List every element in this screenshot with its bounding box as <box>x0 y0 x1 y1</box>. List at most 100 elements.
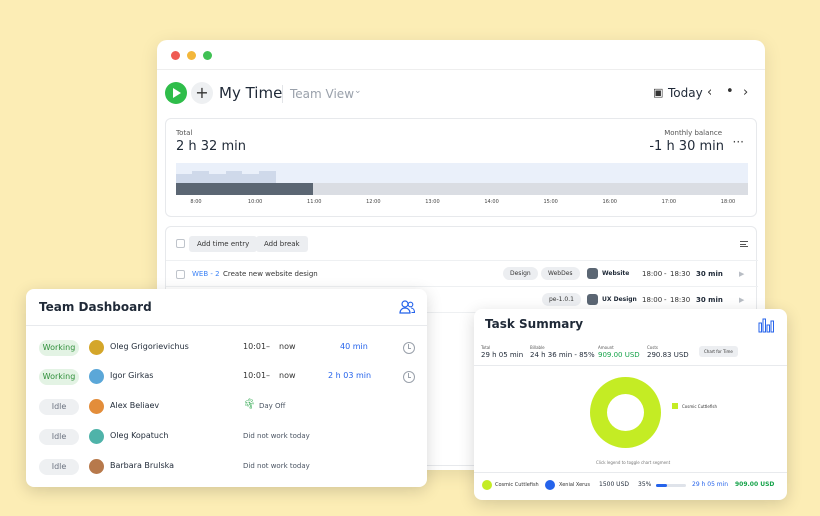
stat-costs-label: Costs <box>647 345 658 350</box>
timeline-tick-label: 13:00 <box>425 199 440 205</box>
maximize-window-button[interactable] <box>203 51 212 60</box>
member-duration: 40 min <box>340 342 368 351</box>
entry-project-code[interactable]: WEB - 2 <box>192 270 220 278</box>
member-name[interactable]: Barbara Brulska <box>110 461 174 470</box>
add-entry-button[interactable]: + <box>191 82 213 104</box>
entry-tag[interactable]: Design <box>503 267 538 280</box>
member-name[interactable]: Oleg Grigorievichus <box>110 342 189 351</box>
clock-icon[interactable] <box>403 342 415 354</box>
timeline-tick-label: 10:00 <box>247 199 263 205</box>
total-label: Total <box>176 129 193 137</box>
stat-total-label: Total <box>481 345 491 350</box>
donut-chart[interactable] <box>590 377 661 448</box>
legend-label[interactable]: Cosmic Cuttlefish <box>682 404 717 409</box>
entry-tag[interactable]: WebDes <box>541 267 580 280</box>
project-folder-icon <box>587 268 598 279</box>
status-badge: Idle <box>39 399 79 415</box>
member-name[interactable]: Igor Girkas <box>110 371 153 380</box>
palm-tree-icon: 🌴︎ <box>243 399 256 410</box>
add-break-button[interactable]: Add break <box>256 236 308 252</box>
avatar <box>89 340 104 355</box>
date-selector[interactable]: Today <box>668 86 703 100</box>
team-member-row[interactable]: Working Oleg Grigorievichus 10:01 – now … <box>26 333 427 363</box>
entry-duration: 30 min <box>696 296 723 304</box>
footer-time: 29 h 05 min <box>692 481 729 488</box>
avatar <box>89 459 104 474</box>
entry-description[interactable]: Create new website design <box>223 270 318 278</box>
member-time-dash: – <box>266 371 270 380</box>
clock-icon[interactable] <box>403 371 415 383</box>
minimize-window-button[interactable] <box>187 51 196 60</box>
entry-checkbox[interactable] <box>176 270 185 279</box>
previous-day-button[interactable]: ‹ <box>707 85 712 100</box>
timeline-tick-label: 18:00 <box>720 199 736 205</box>
add-time-entry-button[interactable]: Add time entry <box>189 236 258 252</box>
team-member-row[interactable]: Working Igor Girkas 10:01 – now 2 h 03 m… <box>26 362 427 392</box>
total-value: 2 h 32 min <box>176 139 246 154</box>
member-start-time: 10:01 <box>243 371 267 380</box>
footer-project-name[interactable]: Cosmic Cuttlefish <box>495 482 539 488</box>
avatar <box>89 429 104 444</box>
member-name[interactable]: Alex Beliaev <box>110 401 159 410</box>
activity-bar <box>259 171 276 183</box>
entry-end-time[interactable]: 18:30 <box>670 270 690 278</box>
timeline-tick-label: 14:00 <box>484 199 499 205</box>
monthly-balance-label: Monthly balance <box>664 129 722 137</box>
close-window-button[interactable] <box>171 51 180 60</box>
footer-task-name[interactable]: Xenial Xerus <box>559 482 590 488</box>
entry-tag[interactable]: pe-1.0.1 <box>542 293 581 306</box>
entry-end-time[interactable]: 18:30 <box>670 296 690 304</box>
footer-progress-fill <box>656 484 667 487</box>
team-dashboard-divider <box>26 325 427 326</box>
activity-bar <box>209 174 226 183</box>
footer-rate: 1500 USD <box>599 481 629 488</box>
task-summary-footer-divider <box>474 472 787 473</box>
more-options-button[interactable]: ··· <box>733 135 744 149</box>
status-badge: Idle <box>39 429 79 445</box>
task-summary-card: Task Summary Total 29 h 05 min Billable … <box>474 309 787 500</box>
bar-chart-icon[interactable] <box>758 316 774 333</box>
current-day-button[interactable]: • <box>726 84 734 99</box>
stat-costs-value: 290.83 USD <box>647 351 689 359</box>
legend-swatch[interactable] <box>672 403 678 409</box>
avatar <box>89 369 104 384</box>
team-member-row[interactable]: Idle Alex Beliaev 🌴︎ Day Off <box>26 392 427 422</box>
team-members-icon[interactable] <box>399 299 415 315</box>
timeline-tick-label: 8:00 <box>190 199 202 205</box>
entry-project-name[interactable]: Website <box>602 270 629 277</box>
activity-bar <box>192 171 209 183</box>
status-badge: Idle <box>39 459 79 475</box>
member-name[interactable]: Oleg Kopatuch <box>110 431 168 440</box>
filter-icon[interactable] <box>740 241 748 247</box>
member-note: Day Off <box>259 402 286 410</box>
play-icon[interactable]: ▶ <box>739 296 744 304</box>
next-day-button[interactable]: › <box>743 85 748 100</box>
chart-mode-dropdown[interactable]: Chart for Time <box>699 346 738 357</box>
select-all-checkbox[interactable] <box>176 239 185 248</box>
member-time-dash: – <box>266 342 270 351</box>
toolbar-divider <box>282 85 283 103</box>
entry-start-time[interactable]: 18:00 <box>642 270 662 278</box>
entry-start-time[interactable]: 18:00 <box>642 296 662 304</box>
member-end-time: now <box>279 371 296 380</box>
stat-billable-label: Billable <box>530 345 545 350</box>
calendar-icon[interactable]: ▣ <box>653 86 663 99</box>
status-badge: Working <box>39 340 79 356</box>
start-timer-button[interactable] <box>165 82 187 104</box>
team-member-row[interactable]: Idle Oleg Kopatuch Did not work today <box>26 422 427 452</box>
task-summary-divider <box>474 365 787 366</box>
avatar <box>89 399 104 414</box>
play-icon[interactable]: ▶ <box>739 270 744 278</box>
time-entry-row[interactable]: WEB - 2 Create new website design Design… <box>166 261 758 287</box>
member-duration: 2 h 03 min <box>328 371 372 380</box>
team-member-row[interactable]: Idle Barbara Brulska Did not work today <box>26 452 427 482</box>
timeline-tick-label: 12:00 <box>366 199 381 205</box>
entry-project-name[interactable]: UX Design <box>602 296 637 303</box>
chevron-down-icon[interactable]: ⌄ <box>354 86 362 96</box>
team-dashboard-title: Team Dashboard <box>39 300 152 314</box>
activity-bar <box>176 174 192 183</box>
stat-total-value: 29 h 05 min <box>481 351 524 359</box>
member-end-time: now <box>279 342 296 351</box>
task-summary-title: Task Summary <box>485 317 584 331</box>
team-view-dropdown[interactable]: Team View <box>290 87 354 101</box>
